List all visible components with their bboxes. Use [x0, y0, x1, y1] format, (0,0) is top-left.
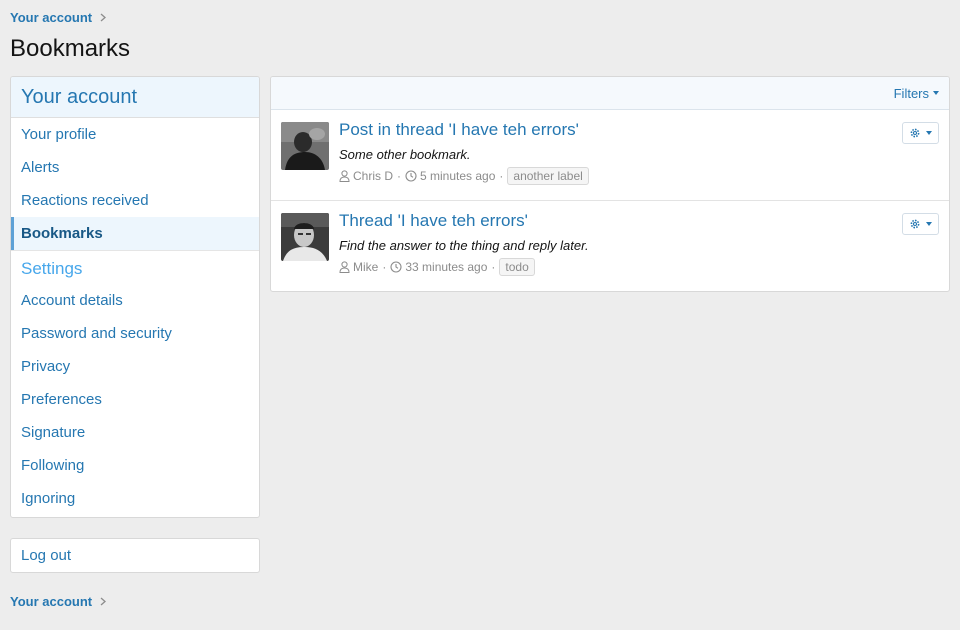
bookmark-row: Post in thread 'I have teh errors' Some … — [271, 110, 949, 201]
sidebar-item-signature[interactable]: Signature — [11, 416, 259, 449]
breadcrumb: Your account — [10, 10, 107, 25]
sidebar-section-settings: Settings — [11, 250, 259, 284]
breadcrumb-link-your-account[interactable]: Your account — [10, 594, 92, 609]
bookmark-row: Thread 'I have teh errors' Find the answ… — [271, 201, 949, 291]
logout-button[interactable]: Log out — [10, 538, 260, 573]
gear-icon — [909, 218, 921, 230]
avatar[interactable] — [281, 122, 329, 170]
sidebar-item-your-profile[interactable]: Your profile — [11, 126, 96, 143]
sidebar-item-reactions-received[interactable]: Reactions received — [11, 184, 259, 217]
meta-separator: · — [491, 260, 496, 274]
bookmark-time: 5 minutes ago — [420, 169, 496, 183]
meta-separator: · — [382, 260, 387, 274]
sidebar-header: Your account — [11, 77, 259, 118]
breadcrumb-link-your-account[interactable]: Your account — [10, 10, 92, 25]
bookmark-label-tag[interactable]: another label — [507, 167, 589, 185]
filters-button[interactable]: Filters — [894, 86, 939, 101]
clock-icon — [405, 170, 417, 182]
sidebar-item-bookmarks[interactable]: Bookmarks — [11, 217, 259, 250]
bookmark-meta: Mike · 33 minutes ago · todo — [339, 258, 535, 276]
sidebar-item-alerts[interactable]: Alerts — [11, 151, 259, 184]
avatar[interactable] — [281, 213, 329, 261]
bookmarks-panel: Filters Post in thread 'I have teh error… — [270, 76, 950, 292]
bookmark-snippet: Find the answer to the thing and reply l… — [339, 238, 589, 253]
bookmark-snippet: Some other bookmark. — [339, 147, 471, 162]
sidebar-item-following[interactable]: Following — [11, 449, 259, 482]
chevron-right-icon — [100, 13, 107, 22]
bookmark-label-tag[interactable]: todo — [499, 258, 535, 276]
breadcrumb-bottom: Your account — [10, 594, 107, 609]
bookmark-options-button[interactable] — [902, 213, 939, 235]
bookmark-title-link[interactable]: Thread 'I have teh errors' — [339, 211, 528, 231]
filters-label: Filters — [893, 85, 929, 101]
sidebar-item-preferences[interactable]: Preferences — [11, 383, 259, 416]
sidebar-item-password-and-security[interactable]: Password and security — [11, 317, 259, 350]
bookmark-options-button[interactable] — [902, 122, 939, 144]
user-icon — [339, 170, 350, 182]
caret-down-icon — [926, 131, 932, 135]
sidebar-item-account-details[interactable]: Account details — [11, 284, 259, 317]
user-icon — [339, 261, 350, 273]
bookmark-title-link[interactable]: Post in thread 'I have teh errors' — [339, 120, 579, 140]
bookmark-time: 33 minutes ago — [405, 260, 488, 274]
gear-icon — [909, 127, 921, 139]
sidebar-item-privacy[interactable]: Privacy — [11, 350, 259, 383]
page-title: Bookmarks — [10, 35, 131, 62]
meta-separator: · — [397, 169, 402, 183]
bookmark-meta: Chris D · 5 minutes ago · another label — [339, 167, 589, 185]
clock-icon — [390, 261, 402, 273]
meta-separator: · — [499, 169, 504, 183]
sidebar-item-ignoring[interactable]: Ignoring — [11, 482, 259, 515]
caret-down-icon — [933, 91, 939, 95]
caret-down-icon — [926, 222, 932, 226]
account-sidebar: Your account Your profile Alerts Reactio… — [10, 76, 260, 518]
filter-bar: Filters — [271, 77, 949, 110]
bookmark-author-link[interactable]: Mike — [353, 260, 378, 274]
chevron-right-icon — [100, 597, 107, 606]
bookmark-author-link[interactable]: Chris D — [353, 169, 393, 183]
